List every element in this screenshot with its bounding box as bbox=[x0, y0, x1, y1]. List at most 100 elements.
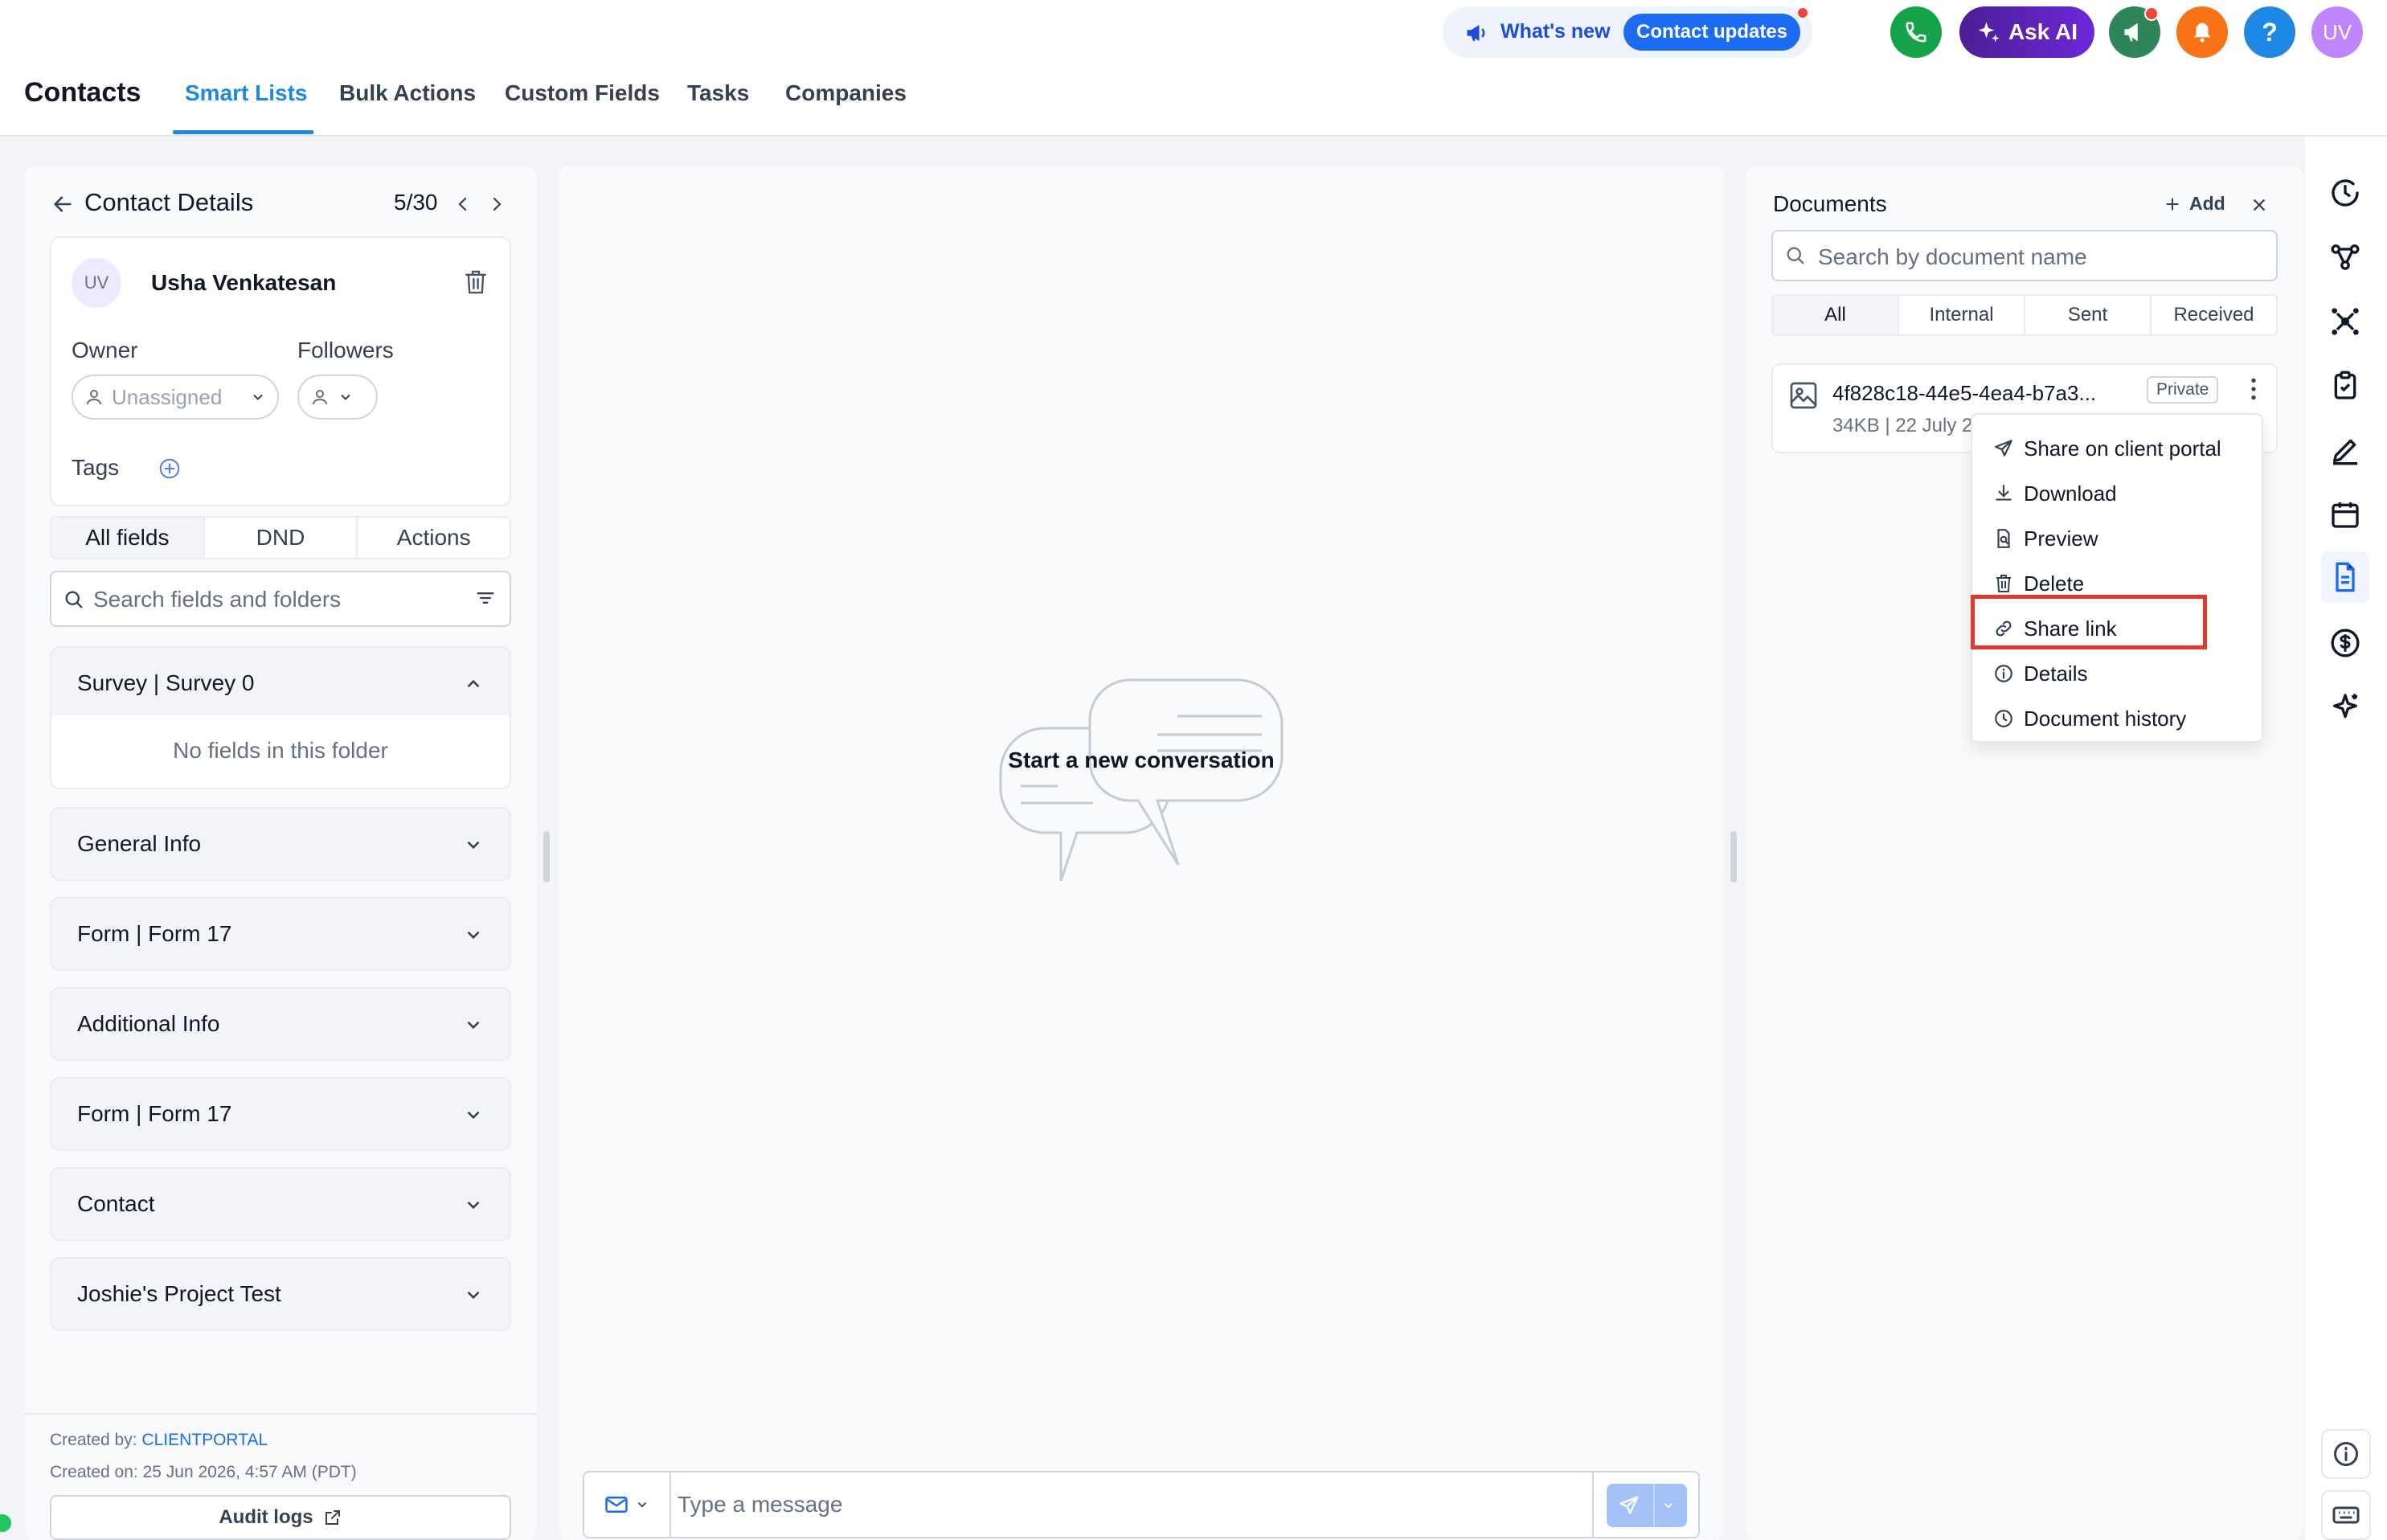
add-tag-icon[interactable] bbox=[158, 457, 182, 481]
document-search-input[interactable]: Search by document name bbox=[1771, 230, 2278, 281]
people-network-icon[interactable] bbox=[2328, 304, 2363, 339]
whats-new-pill[interactable]: What's new Contact updates bbox=[1443, 6, 1812, 58]
workflow-icon[interactable] bbox=[2328, 240, 2363, 275]
notifications-button[interactable] bbox=[2176, 6, 2228, 58]
menu-item-download[interactable]: Download bbox=[1993, 476, 2117, 511]
documents-panel: Documents Add Search by document name Al… bbox=[1746, 166, 2303, 1540]
owner-select[interactable]: Unassigned bbox=[72, 375, 279, 420]
send-button[interactable] bbox=[1607, 1484, 1687, 1527]
menu-item-document-history[interactable]: Document history bbox=[1993, 701, 2186, 736]
info-icon bbox=[1993, 663, 2014, 684]
help-button[interactable]: ? bbox=[2244, 6, 2295, 58]
back-arrow-icon[interactable] bbox=[51, 193, 74, 215]
phone-button[interactable] bbox=[1890, 6, 1942, 58]
chevron-down-icon bbox=[463, 1104, 484, 1125]
more-vertical-icon[interactable] bbox=[2247, 376, 2260, 402]
user-icon bbox=[84, 387, 104, 407]
keyboard-icon[interactable] bbox=[2321, 1490, 2371, 1540]
empty-conversation-title: Start a new conversation bbox=[1008, 747, 1275, 772]
tab-dnd[interactable]: DND bbox=[205, 518, 358, 558]
chevron-down-icon bbox=[463, 1014, 484, 1035]
notification-dot bbox=[1796, 6, 1809, 19]
chevron-down-icon bbox=[463, 924, 484, 945]
created-on: Created on: 25 Jun 2026, 4:57 AM (PDT) bbox=[50, 1463, 357, 1481]
clipboard-check-icon[interactable] bbox=[2328, 368, 2363, 403]
section-form-17-second[interactable]: Form | Form 17 bbox=[50, 1077, 511, 1151]
followers-label: Followers bbox=[297, 338, 394, 362]
chevron-down-icon bbox=[463, 1284, 484, 1305]
audit-logs-label: Audit logs bbox=[219, 1506, 313, 1528]
preview-icon bbox=[1993, 528, 2014, 549]
section-contact[interactable]: Contact bbox=[50, 1167, 511, 1241]
close-icon[interactable] bbox=[2250, 196, 2268, 214]
tab-actions[interactable]: Actions bbox=[358, 518, 510, 558]
tab-sent[interactable]: Sent bbox=[2025, 296, 2152, 334]
sparkle-icon[interactable] bbox=[2328, 690, 2363, 725]
ask-ai-button[interactable]: Ask AI bbox=[1959, 6, 2094, 58]
whats-new-label[interactable]: What's new bbox=[1501, 20, 1611, 43]
menu-item-details[interactable]: Details bbox=[1993, 656, 2087, 691]
contact-name[interactable]: Usha Venkatesan bbox=[151, 270, 336, 296]
bell-icon bbox=[2190, 20, 2214, 44]
divider bbox=[1653, 1484, 1655, 1527]
created-by-label: Created by: bbox=[50, 1431, 142, 1449]
contact-position: 5/30 bbox=[394, 190, 438, 215]
tab-internal[interactable]: Internal bbox=[1899, 296, 2025, 334]
tab-received[interactable]: Received bbox=[2152, 296, 2276, 334]
section-survey-body: No fields in this folder bbox=[50, 715, 511, 789]
document-name[interactable]: 4f828c18-44e5-4ea4-b7a3... bbox=[1832, 381, 2096, 406]
section-label: Contact bbox=[77, 1191, 155, 1216]
image-file-icon bbox=[1787, 379, 1820, 412]
section-label: Additional Info bbox=[77, 1011, 220, 1036]
tab-custom-fields[interactable]: Custom Fields bbox=[505, 80, 660, 106]
followers-select[interactable] bbox=[297, 375, 378, 420]
resize-handle[interactable] bbox=[543, 831, 550, 883]
contact-updates-button[interactable]: Contact updates bbox=[1623, 14, 1801, 51]
created-by-link[interactable]: CLIENTPORTAL bbox=[141, 1431, 268, 1449]
trash-icon[interactable] bbox=[463, 268, 489, 296]
calendar-icon[interactable] bbox=[2328, 497, 2363, 532]
chevron-down-icon bbox=[463, 1194, 484, 1215]
channel-select[interactable] bbox=[584, 1472, 671, 1537]
tab-all[interactable]: All bbox=[1773, 296, 1899, 334]
tab-smart-lists[interactable]: Smart Lists bbox=[185, 80, 308, 106]
dollar-icon[interactable] bbox=[2328, 625, 2363, 661]
search-icon bbox=[1784, 244, 1807, 267]
user-avatar[interactable]: UV bbox=[2311, 6, 2363, 58]
menu-item-label: Share on client portal bbox=[2024, 436, 2221, 461]
filter-icon[interactable] bbox=[474, 587, 497, 609]
document-icon[interactable] bbox=[2321, 551, 2369, 603]
announcements-button[interactable] bbox=[2109, 6, 2160, 58]
add-document-button[interactable]: Add bbox=[2164, 193, 2225, 215]
section-label: General Info bbox=[77, 831, 202, 856]
tab-companies[interactable]: Companies bbox=[785, 80, 907, 106]
menu-item-preview[interactable]: Preview bbox=[1993, 521, 2098, 556]
tab-tasks[interactable]: Tasks bbox=[687, 80, 749, 106]
section-survey[interactable]: Survey | Survey 0 bbox=[50, 646, 511, 720]
document-filter-tabs: All Internal Sent Received bbox=[1771, 294, 2278, 336]
section-general-info[interactable]: General Info bbox=[50, 807, 511, 881]
field-search-placeholder: Search fields and folders bbox=[93, 587, 342, 612]
chevron-down-icon[interactable] bbox=[1661, 1498, 1676, 1513]
chevron-right-icon[interactable] bbox=[487, 193, 506, 215]
clock-icon bbox=[1993, 708, 2014, 729]
field-search-input[interactable]: Search fields and folders bbox=[50, 571, 511, 627]
audit-logs-button[interactable]: Audit logs bbox=[50, 1495, 511, 1540]
message-input[interactable]: Type a message bbox=[678, 1492, 842, 1517]
tab-all-fields[interactable]: All fields bbox=[51, 518, 205, 558]
menu-item-label: Document history bbox=[2024, 706, 2187, 731]
menu-item-label: Delete bbox=[2024, 571, 2085, 596]
share-link-highlight bbox=[1971, 595, 2207, 649]
info-icon[interactable] bbox=[2321, 1429, 2371, 1479]
pen-icon[interactable] bbox=[2328, 432, 2363, 468]
chevron-left-icon[interactable] bbox=[453, 193, 473, 215]
menu-item-share-client-portal[interactable]: Share on client portal bbox=[1993, 431, 2221, 466]
resize-handle[interactable] bbox=[1730, 831, 1737, 883]
activity-icon[interactable] bbox=[2328, 175, 2363, 211]
right-rail bbox=[2305, 137, 2387, 1540]
section-additional-info[interactable]: Additional Info bbox=[50, 987, 511, 1061]
section-form-17[interactable]: Form | Form 17 bbox=[50, 897, 511, 971]
chat-bubbles-illustration bbox=[989, 672, 1294, 905]
tab-bulk-actions[interactable]: Bulk Actions bbox=[339, 80, 476, 106]
section-joshies-project-test[interactable]: Joshie's Project Test bbox=[50, 1257, 511, 1331]
